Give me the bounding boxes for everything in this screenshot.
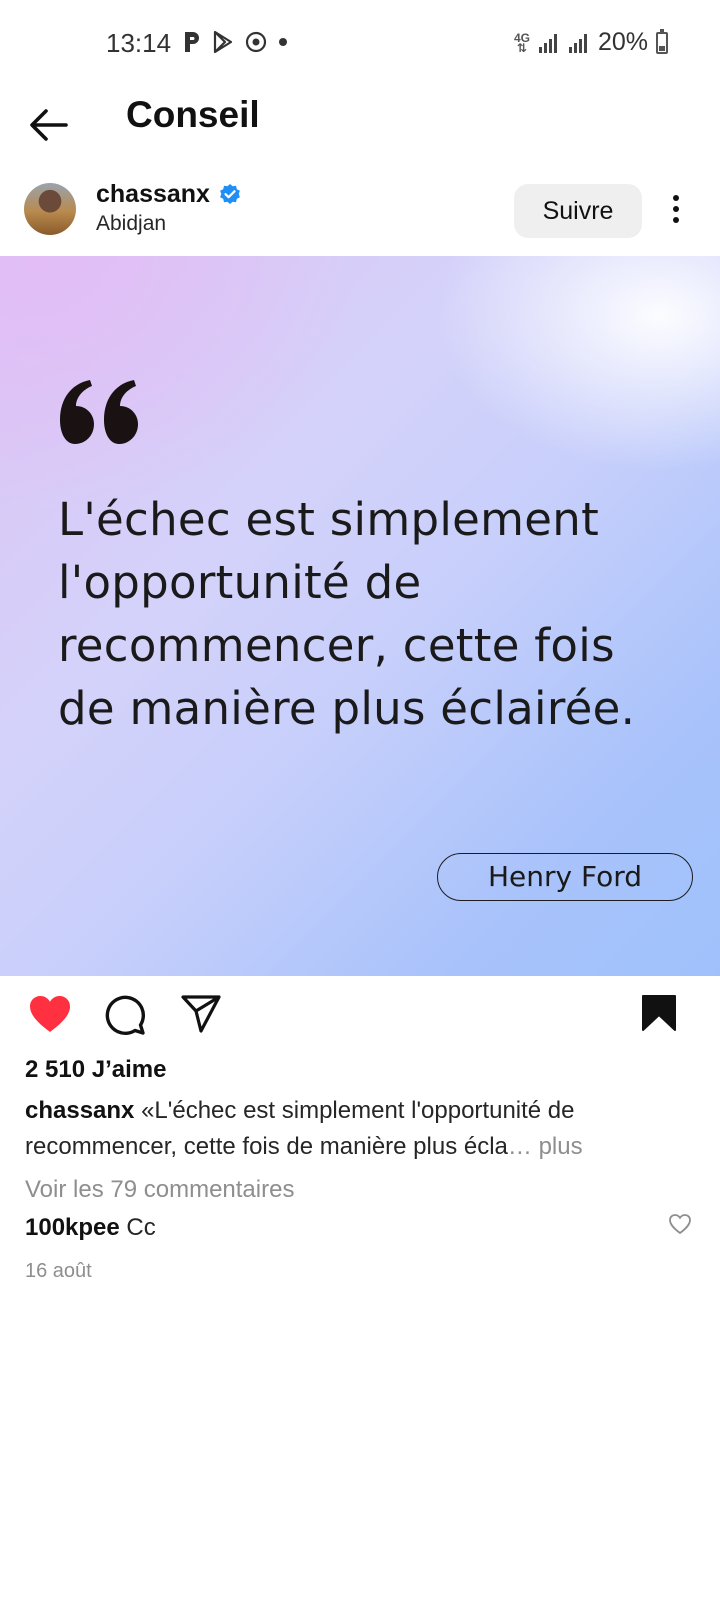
comment-icon[interactable]	[104, 994, 146, 1036]
quote-text: L'échec est simplement l'opportunité de …	[58, 493, 636, 735]
network-type-icon: 4G ⇅	[513, 30, 530, 55]
comment-username[interactable]: 100kpee	[25, 1214, 120, 1241]
post-header: chassanx Abidjan Suivre	[0, 178, 720, 252]
status-right: 4G ⇅ 20%	[514, 28, 668, 57]
signal-icon-2	[568, 33, 587, 53]
play-store-icon	[213, 30, 233, 54]
top-app-bar: Conseil	[0, 88, 720, 168]
like-count[interactable]: 2 510 J’aime	[25, 1056, 166, 1084]
page-title: Conseil	[126, 94, 260, 135]
battery-percent: 20%	[597, 28, 648, 56]
dot-icon	[279, 38, 287, 46]
share-send-icon[interactable]	[180, 994, 222, 1034]
post-date: 16 août	[25, 1260, 92, 1282]
comment-text: Cc	[126, 1214, 156, 1241]
follow-button[interactable]: Suivre	[514, 184, 642, 238]
post-username[interactable]: chassanx	[96, 180, 242, 209]
caption-more-link[interactable]: … plus	[508, 1133, 583, 1160]
signal-icon	[538, 33, 557, 53]
bookmark-saved-icon[interactable]	[641, 994, 677, 1032]
more-options-icon[interactable]	[666, 191, 686, 231]
comment-row: 100kpee Cc	[25, 1214, 156, 1242]
comment-like-heart-icon[interactable]	[668, 1213, 692, 1235]
post-location[interactable]: Abidjan	[96, 212, 166, 236]
p-icon	[185, 32, 199, 52]
status-bar: 13:14 4G ⇅ 20%	[0, 0, 720, 88]
post-caption[interactable]: chassanx «L'échec est simplement l'oppor…	[25, 1093, 685, 1165]
back-arrow-icon[interactable]	[26, 102, 72, 148]
post-actions	[0, 980, 720, 1050]
battery-icon	[656, 28, 668, 54]
status-time: 13:14	[106, 28, 172, 58]
like-heart-icon[interactable]	[28, 994, 72, 1034]
avatar[interactable]	[24, 183, 76, 235]
quote-author-pill: Henry Ford	[437, 853, 693, 901]
status-app-icons	[182, 30, 289, 54]
username-text[interactable]: chassanx	[96, 180, 210, 209]
caption-username[interactable]: chassanx	[25, 1097, 134, 1124]
sync-icon	[245, 31, 267, 53]
quote-mark-icon	[60, 380, 138, 444]
verified-badge-icon	[220, 183, 240, 204]
post-image[interactable]: L'échec est simplement l'opportunité de …	[0, 256, 720, 976]
view-comments-link[interactable]: Voir les 79 commentaires	[25, 1176, 294, 1204]
